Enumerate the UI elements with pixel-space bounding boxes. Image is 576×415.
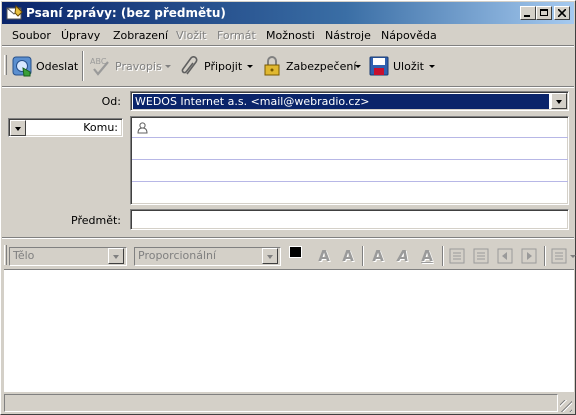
resize-grip[interactable] bbox=[560, 400, 572, 412]
maximize-icon bbox=[540, 9, 548, 16]
paragraph-style-select[interactable]: Tělo bbox=[9, 247, 127, 266]
spellcheck-icon: ABC bbox=[90, 57, 109, 76]
toolbar-grip[interactable] bbox=[4, 55, 7, 75]
from-value: WEDOS Internet a.s. <mail@webradio.cz> bbox=[133, 94, 549, 109]
format-toolbar-grip[interactable] bbox=[4, 245, 7, 265]
status-panel bbox=[4, 394, 558, 412]
menu-zobrazeni[interactable]: Zobrazení bbox=[113, 29, 168, 42]
menu-napoveda[interactable]: Nápověda bbox=[381, 29, 437, 42]
paragraph-style-dropdown-button[interactable] bbox=[108, 248, 124, 264]
format-separator bbox=[442, 246, 444, 266]
attach-dropdown-icon[interactable] bbox=[247, 65, 253, 68]
underline-icon[interactable]: A bbox=[418, 247, 436, 265]
text-color-swatch bbox=[289, 246, 302, 258]
from-label: Od: bbox=[101, 95, 121, 108]
save-dropdown-icon[interactable] bbox=[429, 65, 435, 68]
bulleted-list-icon[interactable] bbox=[472, 247, 490, 265]
align-dropdown-icon[interactable] bbox=[570, 255, 576, 258]
close-button[interactable] bbox=[554, 6, 570, 20]
menu-format[interactable]: Formát bbox=[217, 29, 256, 42]
compose-app-icon bbox=[6, 5, 23, 20]
font-dropdown-button[interactable] bbox=[262, 248, 278, 264]
person-icon bbox=[137, 122, 148, 134]
security-dropdown-icon[interactable] bbox=[355, 65, 361, 68]
close-icon bbox=[558, 9, 566, 17]
recipient-row-divider bbox=[132, 181, 568, 182]
send-label: Odeslat bbox=[36, 60, 79, 73]
message-body[interactable] bbox=[4, 269, 574, 392]
to-label: Komu: bbox=[83, 121, 118, 134]
menu-upravy[interactable]: Úpravy bbox=[61, 29, 100, 42]
decrease-indent-icon[interactable] bbox=[496, 247, 514, 265]
svg-text:ABC: ABC bbox=[90, 57, 107, 66]
menu-vlozit[interactable]: Vložit bbox=[176, 29, 206, 42]
font-select[interactable]: Proporcionální bbox=[134, 247, 281, 266]
menu-soubor[interactable]: Soubor bbox=[12, 29, 51, 42]
from-dropdown-button[interactable] bbox=[551, 93, 567, 109]
format-separator bbox=[362, 246, 364, 266]
menu-bar: Soubor Úpravy Zobrazení Vložit Formát Mo… bbox=[2, 25, 574, 45]
larger-font-icon[interactable]: A bbox=[339, 247, 357, 265]
attach-button[interactable]: Připojit bbox=[179, 53, 255, 79]
subject-label: Předmět: bbox=[71, 214, 121, 227]
formatting-toolbar: Tělo Proporcionální A A A A A bbox=[2, 242, 576, 269]
subject-input[interactable] bbox=[130, 209, 569, 230]
minimize-button[interactable] bbox=[520, 6, 536, 20]
recipient-input-1[interactable] bbox=[153, 119, 563, 135]
from-select[interactable]: WEDOS Internet a.s. <mail@webradio.cz> bbox=[130, 91, 569, 111]
smaller-font-icon[interactable]: A bbox=[315, 247, 333, 265]
italic-icon[interactable]: A bbox=[394, 247, 412, 265]
compose-window: Psaní zprávy: (bez předmětu) Soubor Úpra… bbox=[0, 0, 576, 415]
status-bar bbox=[2, 392, 574, 414]
send-icon bbox=[12, 56, 32, 77]
paragraph-style-value: Tělo bbox=[13, 249, 35, 262]
bold-icon[interactable]: A bbox=[369, 247, 387, 265]
floppy-disk-icon bbox=[369, 56, 389, 76]
window-title: Psaní zprávy: (bez předmětu) bbox=[26, 6, 226, 20]
maximize-button[interactable] bbox=[536, 6, 552, 20]
menu-moznosti[interactable]: Možnosti bbox=[266, 29, 315, 42]
header-separator bbox=[2, 237, 574, 239]
title-bar[interactable]: Psaní zprávy: (bez předmětu) bbox=[2, 2, 574, 24]
toolbar-separator bbox=[82, 51, 84, 81]
toolbar: Odeslat ABC Pravopis Připojit Zabezpečen… bbox=[2, 47, 574, 85]
minimize-icon bbox=[524, 15, 530, 17]
increase-indent-icon[interactable] bbox=[520, 247, 538, 265]
spellcheck-dropdown-icon[interactable] bbox=[165, 65, 171, 68]
recipient-row-divider bbox=[132, 137, 568, 138]
send-button[interactable]: Odeslat bbox=[10, 53, 79, 79]
recipient-type-dropdown-button[interactable] bbox=[10, 120, 26, 136]
menu-nastroje[interactable]: Nástroje bbox=[325, 29, 371, 42]
save-label: Uložit bbox=[393, 60, 424, 73]
recipient-row-divider bbox=[132, 159, 568, 160]
align-icon[interactable] bbox=[550, 247, 568, 265]
format-separator bbox=[544, 246, 546, 266]
text-color-button[interactable] bbox=[288, 246, 310, 266]
attach-label: Připojit bbox=[204, 60, 243, 73]
spellcheck-button[interactable]: ABC Pravopis bbox=[88, 53, 171, 79]
paperclip-icon bbox=[181, 56, 198, 75]
save-button[interactable]: Uložit bbox=[368, 53, 438, 79]
font-value: Proporcionální bbox=[138, 249, 217, 262]
lock-icon bbox=[264, 56, 280, 76]
toolbar-separator-bottom bbox=[2, 86, 574, 88]
spellcheck-label: Pravopis bbox=[115, 60, 162, 73]
recipients-list[interactable] bbox=[130, 116, 569, 205]
security-button[interactable]: Zabezpečení bbox=[261, 53, 361, 79]
numbered-list-icon[interactable] bbox=[448, 247, 466, 265]
recipient-type-select[interactable]: Komu: bbox=[8, 118, 123, 137]
security-label: Zabezpečení bbox=[286, 60, 357, 73]
